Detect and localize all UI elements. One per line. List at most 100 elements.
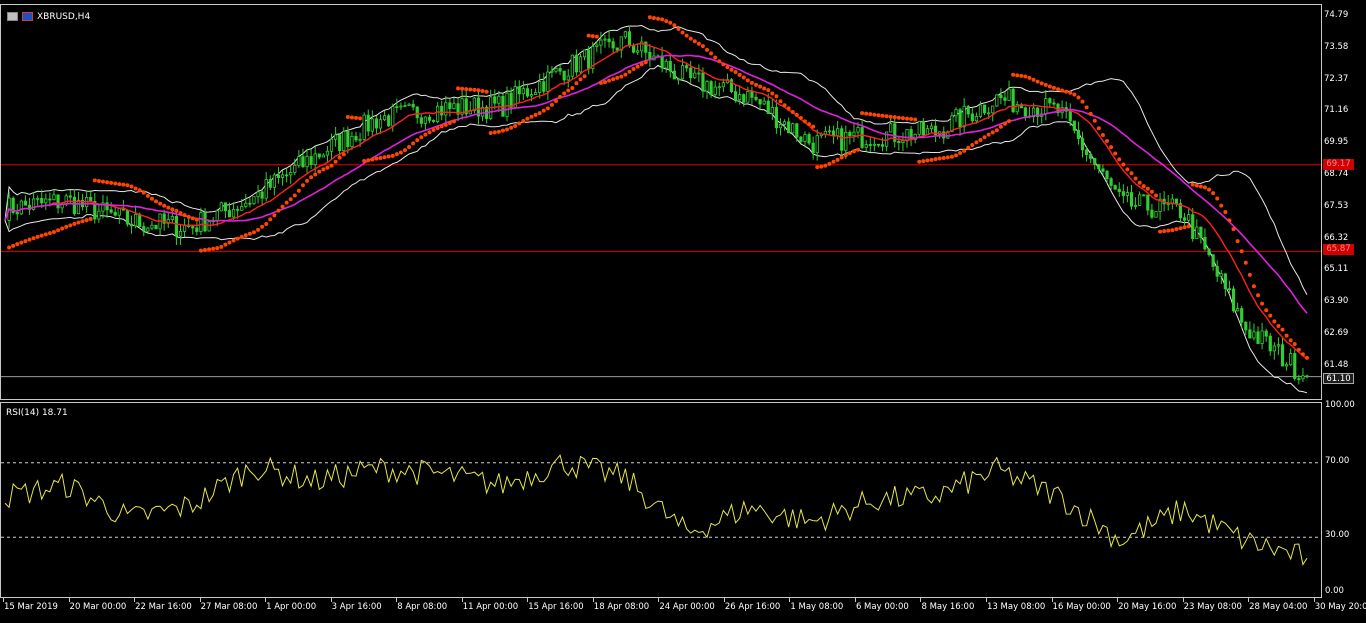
candlestick — [538, 73, 542, 99]
sar-dot — [847, 151, 852, 156]
sar-dot — [1251, 284, 1256, 289]
candlestick — [317, 153, 321, 160]
sar-dot — [856, 147, 861, 152]
sar-dot — [782, 103, 787, 108]
sar-dot — [758, 84, 763, 89]
sar-dot — [794, 112, 799, 117]
candlestick — [76, 191, 81, 215]
sar-dot — [1084, 105, 1089, 110]
candlestick — [1097, 164, 1101, 174]
candlestick — [419, 114, 423, 128]
candlestick — [582, 49, 587, 61]
sar-dot — [68, 223, 73, 228]
sar-dot — [1260, 301, 1265, 306]
candlestick — [542, 72, 546, 95]
candlestick — [1219, 269, 1223, 285]
time-tick-label: 3 Apr 16:00 — [331, 602, 382, 612]
sar-dot — [513, 124, 518, 129]
rsi-indicator-pane[interactable]: RSI(14) 18.71 — [0, 402, 1322, 598]
sar-dot — [1194, 183, 1199, 188]
sar-dot — [349, 115, 354, 120]
price-chart-pane[interactable]: XBRUSD,H4 — [0, 4, 1322, 400]
candlestick — [619, 36, 623, 58]
price-chart-canvas[interactable] — [1, 5, 1321, 399]
candlestick — [1170, 193, 1174, 210]
candlestick — [1117, 182, 1121, 197]
time-tick-label: 22 Mar 16:00 — [135, 602, 192, 612]
candlestick — [1044, 89, 1048, 121]
candlestick — [195, 222, 199, 236]
sar-dot — [647, 15, 652, 20]
candlestick — [497, 90, 501, 112]
candlestick — [640, 36, 644, 58]
candlestick — [1015, 101, 1019, 115]
sar-dot — [129, 184, 134, 189]
candlestick — [468, 101, 472, 115]
sar-dot — [247, 231, 252, 236]
price-tick-label: 74.79 — [1324, 10, 1349, 21]
sar-dot — [982, 135, 987, 140]
candlestick — [117, 207, 121, 224]
sar-dot — [1141, 184, 1146, 189]
sar-dot — [243, 233, 248, 238]
sar-dot — [864, 111, 869, 116]
sar-dot — [611, 77, 616, 82]
sar-dot — [525, 116, 530, 121]
time-tick-mark — [920, 598, 922, 602]
sar-dot — [1096, 126, 1101, 131]
sar-dot — [84, 218, 89, 223]
sar-dot — [811, 124, 816, 129]
sar-dot — [745, 78, 750, 83]
candlestick — [1272, 342, 1276, 360]
sar-dot — [96, 179, 101, 184]
candlestick — [791, 122, 795, 134]
sar-dot — [1219, 203, 1224, 208]
rsi-canvas[interactable] — [1, 403, 1321, 597]
sar-dot — [627, 69, 632, 74]
sar-dot — [235, 236, 240, 241]
candlestick — [864, 140, 868, 152]
time-tick-mark — [461, 598, 463, 602]
sar-dot — [770, 91, 775, 96]
sar-dot — [345, 115, 350, 120]
candlestick — [982, 104, 987, 115]
candlestick — [566, 68, 570, 88]
candlestick — [476, 90, 481, 125]
time-tick-mark — [1051, 598, 1053, 602]
candlestick — [150, 220, 154, 231]
candlestick — [456, 97, 460, 121]
candlestick — [1256, 326, 1260, 344]
candlestick — [325, 145, 330, 163]
sar-dot — [288, 197, 293, 202]
time-tick-mark — [265, 598, 267, 602]
time-tick-mark — [396, 598, 398, 602]
candlestick — [607, 30, 611, 48]
price-tick-label: 71.16 — [1324, 105, 1349, 116]
candlestick — [15, 203, 19, 221]
candlestick — [1048, 97, 1052, 107]
candlestick — [191, 225, 195, 235]
candlestick — [264, 172, 268, 202]
candlestick — [831, 125, 836, 144]
candlestick — [1113, 184, 1117, 190]
candlestick — [374, 116, 379, 134]
candlestick — [1011, 86, 1015, 114]
sar-dot — [635, 64, 640, 69]
candlestick — [1252, 323, 1256, 341]
sar-dot — [958, 151, 963, 156]
time-tick-label: 27 Mar 08:00 — [200, 602, 258, 612]
candlestick — [893, 115, 897, 148]
candlestick — [1003, 91, 1007, 106]
sar-dot — [317, 169, 322, 174]
candlestick — [929, 122, 934, 133]
sar-dot — [305, 178, 310, 183]
sar-dot — [51, 230, 56, 235]
rsi-tick-label: 0.00 — [1325, 586, 1344, 596]
sar-dot — [835, 157, 840, 162]
sar-dot — [407, 145, 412, 150]
candlestick — [1150, 203, 1154, 220]
candlestick — [1154, 211, 1158, 218]
candlestick — [725, 73, 730, 84]
time-tick-mark — [199, 598, 201, 602]
sar-dot — [729, 67, 734, 72]
